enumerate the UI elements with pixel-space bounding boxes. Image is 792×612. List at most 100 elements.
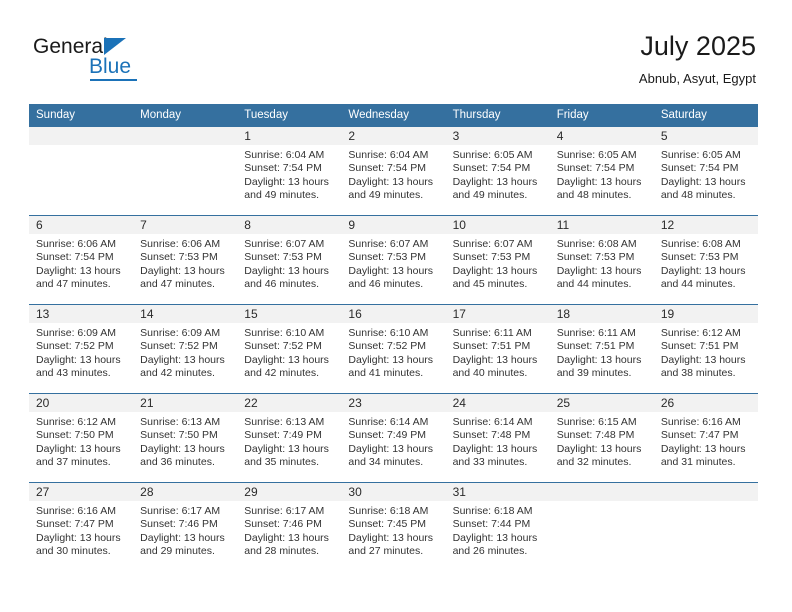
sunrise-text: Sunrise: 6:18 AM [452,505,533,517]
day-details: Sunrise: 6:18 AM Sunset: 7:44 PM Daylight:… [446,501,550,559]
calendar-day-cell[interactable]: 30 Sunrise: 6:18 AM Sunset: 7:45 PM Dayligh… [341,482,446,571]
day-cell-content: 7 Sunrise: 6:06 AM Sunset: 7:53 PM Daylight… [133,216,238,304]
day-details: Sunrise: 6:08 AM Sunset: 7:53 PM Daylight:… [654,234,758,292]
calendar-day-cell[interactable] [653,482,758,571]
logo-triangle-icon [104,38,126,55]
day-number [133,127,238,145]
day-details: Sunrise: 6:12 AM Sunset: 7:51 PM Daylight:… [654,323,758,381]
daylight-text-line2: and 33 minutes. [452,456,528,469]
day-number: 4 [549,127,654,145]
sunset-text: Sunset: 7:46 PM [140,518,218,531]
day-details: Sunrise: 6:10 AM Sunset: 7:52 PM Daylight:… [237,323,341,381]
sunrise-text: Sunrise: 6:17 AM [140,505,221,517]
sunset-text: Sunset: 7:54 PM [660,162,739,175]
sunrise-text: Sunrise: 6:10 AM [348,327,429,339]
calendar-day-cell[interactable]: 13 Sunrise: 6:09 AM Sunset: 7:52 PM Dayligh… [29,304,134,394]
day-cell-content: 11 Sunrise: 6:08 AM Sunset: 7:53 PM Dayligh… [549,216,654,304]
calendar-week-row: 20 Sunrise: 6:12 AM Sunset: 7:50 PM Dayligh… [29,393,758,483]
daylight-text-line2: and 36 minutes. [140,456,215,469]
daylight-text-line1: Daylight: 13 hours [556,353,642,366]
calendar-day-cell[interactable]: 10 Sunrise: 6:07 AM Sunset: 7:53 PM Dayligh… [445,215,550,305]
calendar-day-cell[interactable]: 6 Sunrise: 6:06 AM Sunset: 7:54 PM Daylight… [29,215,134,305]
sunset-text: Sunset: 7:53 PM [452,251,531,264]
day-cell-content: 20 Sunrise: 6:12 AM Sunset: 7:50 PM Dayligh… [29,394,134,482]
sunrise-text: Sunrise: 6:08 AM [660,238,741,250]
day-number: 20 [29,394,134,412]
daylight-text-line2: and 42 minutes. [244,367,319,380]
daylight-text-line2: and 39 minutes. [556,367,632,380]
daylight-text-line1: Daylight: 13 hours [140,442,225,455]
calendar-day-cell[interactable] [549,482,654,571]
day-cell-content: 19 Sunrise: 6:12 AM Sunset: 7:51 PM Dayligh… [653,305,758,393]
calendar-day-cell[interactable]: 17 Sunrise: 6:11 AM Sunset: 7:51 PM Dayligh… [445,304,550,394]
title-block: July 2025 Abnub, Asyut, Egypt [639,30,756,87]
calendar-day-cell[interactable]: 15 Sunrise: 6:10 AM Sunset: 7:52 PM Dayligh… [237,304,342,394]
calendar-day-cell[interactable]: 21 Sunrise: 6:13 AM Sunset: 7:50 PM Dayligh… [133,393,238,483]
daylight-text-line1: Daylight: 13 hours [348,442,434,455]
sunset-text: Sunset: 7:54 PM [556,162,635,175]
sunset-text: Sunset: 7:47 PM [36,518,114,531]
daylight-text-line2: and 37 minutes. [36,456,111,469]
daylight-text-line1: Daylight: 13 hours [660,264,746,277]
day-cell-content: 4 Sunrise: 6:05 AM Sunset: 7:54 PM Daylight… [549,127,654,215]
daylight-text-line1: Daylight: 13 hours [140,531,225,544]
calendar-day-cell[interactable]: 24 Sunrise: 6:14 AM Sunset: 7:48 PM Dayligh… [445,393,550,483]
sunset-text: Sunset: 7:49 PM [348,429,427,442]
daylight-text-line1: Daylight: 13 hours [660,353,746,366]
sunset-text: Sunset: 7:53 PM [140,251,218,264]
calendar-day-cell[interactable] [133,127,238,216]
day-number: 31 [445,483,550,501]
logo-underline [90,79,137,81]
calendar-day-cell[interactable]: 26 Sunrise: 6:16 AM Sunset: 7:47 PM Dayligh… [653,393,758,483]
calendar-day-cell[interactable]: 28 Sunrise: 6:17 AM Sunset: 7:46 PM Dayligh… [133,482,238,571]
sunrise-text: Sunrise: 6:05 AM [556,149,637,161]
calendar-day-cell[interactable] [29,127,134,216]
calendar-day-cell[interactable]: 11 Sunrise: 6:08 AM Sunset: 7:53 PM Dayligh… [549,215,654,305]
day-number: 25 [549,394,654,412]
daylight-text-line1: Daylight: 13 hours [452,353,538,366]
calendar-day-cell[interactable]: 31 Sunrise: 6:18 AM Sunset: 7:44 PM Dayligh… [445,482,550,571]
sunset-text: Sunset: 7:47 PM [660,429,739,442]
daylight-text-line1: Daylight: 13 hours [140,264,225,277]
calendar-day-cell[interactable]: 8 Sunrise: 6:07 AM Sunset: 7:53 PM Daylight… [237,215,342,305]
sunset-text: Sunset: 7:46 PM [244,518,322,531]
calendar-week-row: 27 Sunrise: 6:16 AM Sunset: 7:47 PM Dayligh… [29,482,758,571]
calendar-day-cell[interactable]: 22 Sunrise: 6:13 AM Sunset: 7:49 PM Dayligh… [237,393,342,483]
calendar-day-cell[interactable]: 25 Sunrise: 6:15 AM Sunset: 7:48 PM Dayligh… [549,393,654,483]
calendar-day-cell[interactable]: 27 Sunrise: 6:16 AM Sunset: 7:47 PM Dayligh… [29,482,134,571]
day-cell-content: 26 Sunrise: 6:16 AM Sunset: 7:47 PM Dayligh… [653,394,758,482]
calendar-day-cell[interactable]: 7 Sunrise: 6:06 AM Sunset: 7:53 PM Daylight… [133,215,238,305]
day-cell-content [133,127,238,215]
weekday-header-monday: Monday [133,104,238,127]
day-cell-content: 31 Sunrise: 6:18 AM Sunset: 7:44 PM Dayligh… [445,483,550,571]
generalblue-logo[interactable]: General Blue [33,36,213,84]
calendar-day-cell[interactable]: 4 Sunrise: 6:05 AM Sunset: 7:54 PM Daylight… [549,127,654,216]
calendar-day-cell[interactable]: 20 Sunrise: 6:12 AM Sunset: 7:50 PM Dayligh… [29,393,134,483]
calendar-day-cell[interactable]: 9 Sunrise: 6:07 AM Sunset: 7:53 PM Daylight… [341,215,446,305]
daylight-text-line1: Daylight: 13 hours [244,531,329,544]
day-cell-content: 14 Sunrise: 6:09 AM Sunset: 7:52 PM Dayligh… [133,305,238,393]
calendar-day-cell[interactable]: 5 Sunrise: 6:05 AM Sunset: 7:54 PM Daylight… [653,127,758,216]
calendar-day-cell[interactable]: 29 Sunrise: 6:17 AM Sunset: 7:46 PM Dayligh… [237,482,342,571]
daylight-text-line2: and 29 minutes. [140,545,215,558]
day-details: Sunrise: 6:10 AM Sunset: 7:52 PM Daylight:… [341,323,445,381]
daylight-text-line2: and 49 minutes. [244,189,319,202]
sunset-text: Sunset: 7:44 PM [452,518,531,531]
sunrise-text: Sunrise: 6:08 AM [556,238,637,250]
weekday-header-thursday: Thursday [445,104,550,127]
day-cell-content: 8 Sunrise: 6:07 AM Sunset: 7:53 PM Daylight… [237,216,342,304]
sunrise-text: Sunrise: 6:14 AM [452,416,533,428]
daylight-text-line1: Daylight: 13 hours [244,175,329,188]
calendar-day-cell[interactable]: 14 Sunrise: 6:09 AM Sunset: 7:52 PM Dayligh… [133,304,238,394]
calendar-day-cell[interactable]: 1 Sunrise: 6:04 AM Sunset: 7:54 PM Daylight… [237,127,342,216]
calendar-day-cell[interactable]: 2 Sunrise: 6:04 AM Sunset: 7:54 PM Daylight… [341,127,446,216]
calendar-day-cell[interactable]: 18 Sunrise: 6:11 AM Sunset: 7:51 PM Dayligh… [549,304,654,394]
sunset-text: Sunset: 7:52 PM [140,340,218,353]
calendar-day-cell[interactable]: 16 Sunrise: 6:10 AM Sunset: 7:52 PM Dayligh… [341,304,446,394]
calendar-day-cell[interactable]: 3 Sunrise: 6:05 AM Sunset: 7:54 PM Daylight… [445,127,550,216]
sunset-text: Sunset: 7:50 PM [36,429,114,442]
calendar-day-cell[interactable]: 19 Sunrise: 6:12 AM Sunset: 7:51 PM Dayligh… [653,304,758,394]
calendar-day-cell[interactable]: 12 Sunrise: 6:08 AM Sunset: 7:53 PM Dayligh… [653,215,758,305]
day-cell-content [29,127,134,215]
calendar-day-cell[interactable]: 23 Sunrise: 6:14 AM Sunset: 7:49 PM Dayligh… [341,393,446,483]
